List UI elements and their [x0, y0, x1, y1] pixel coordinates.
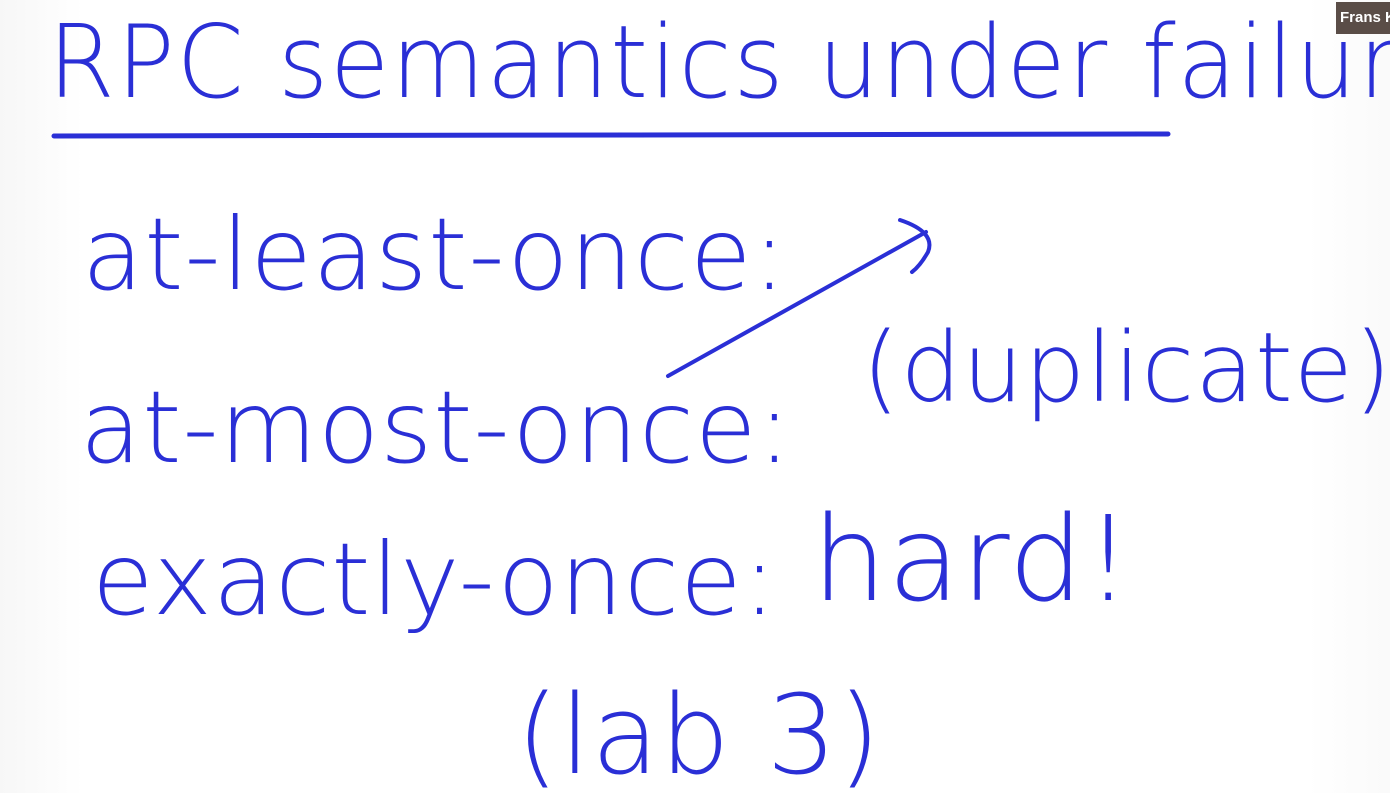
arrow-head-icon: [898, 218, 932, 274]
slide-title: RPC semantics under failures: [48, 3, 1390, 122]
title-underline: [51, 131, 1171, 139]
hard-note: hard!: [812, 490, 1133, 628]
at-least-once-label: at-least-once:: [82, 196, 788, 313]
duplicate-note: (duplicate): [862, 312, 1390, 424]
at-most-once-label: at-most-once:: [80, 369, 793, 486]
whiteboard-canvas: RPC semantics under failures at-least-on…: [0, 0, 1390, 793]
exactly-once-label: exactly-once:: [92, 521, 778, 638]
participant-name-tag: Frans K: [1336, 2, 1390, 34]
lab-note: (lab 3): [516, 671, 882, 793]
